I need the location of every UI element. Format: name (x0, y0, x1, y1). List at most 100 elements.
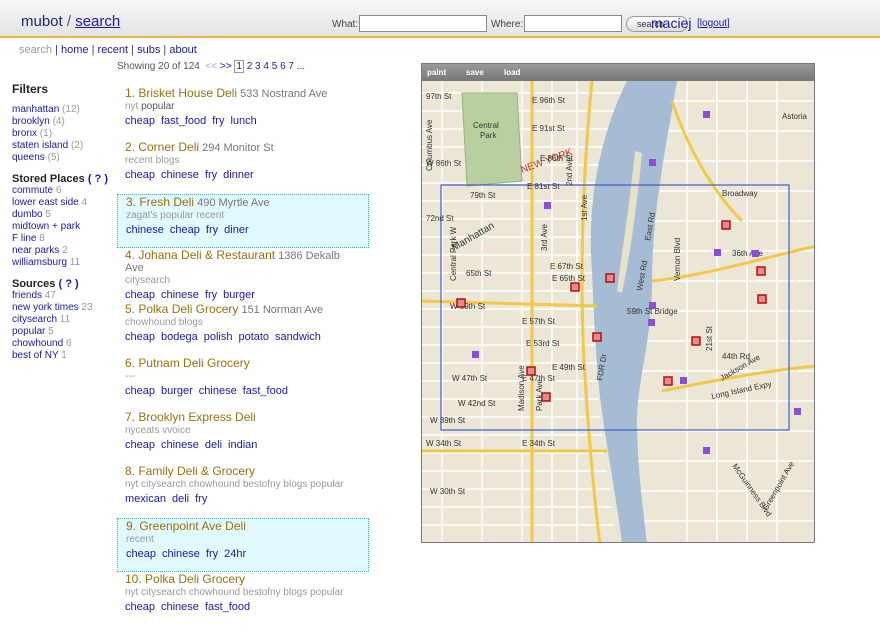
tag-link[interactable]: fast_food (205, 601, 250, 613)
tag-link[interactable]: lunch (230, 115, 256, 127)
places-link[interactable]: williamsburg (12, 257, 67, 268)
map-panel[interactable]: paint save load Central Park NEW YORK Ma… (421, 63, 815, 543)
tag-link[interactable]: chinese (199, 385, 237, 397)
tag-link[interactable]: deli (172, 493, 189, 505)
map-marker[interactable] (721, 220, 731, 230)
result-title[interactable]: 3. Fresh Deli (126, 195, 194, 209)
tag-link[interactable]: chinese (161, 289, 199, 301)
map-marker[interactable] (756, 266, 766, 276)
tag-link[interactable]: fry (205, 289, 217, 301)
map-marker[interactable] (752, 250, 759, 257)
tag-link[interactable]: polish (204, 331, 233, 343)
map-marker[interactable] (649, 302, 656, 309)
tag-link[interactable]: fry (205, 169, 217, 181)
what-input[interactable] (359, 15, 487, 32)
tag-link[interactable]: bodega (161, 331, 198, 343)
sources-help[interactable]: ( ? ) (58, 278, 78, 290)
tag-link[interactable]: cheap (170, 224, 200, 236)
sources-link[interactable]: friends (12, 290, 42, 301)
map-marker[interactable] (526, 366, 536, 376)
tag-link[interactable]: cheap (126, 548, 156, 560)
tag-link[interactable]: cheap (125, 115, 155, 127)
tag-link[interactable]: cheap (125, 289, 155, 301)
map-marker[interactable] (703, 111, 710, 118)
map-marker[interactable] (456, 298, 466, 308)
sources-link[interactable]: popular (12, 326, 45, 337)
places-link[interactable]: near parks (12, 245, 59, 256)
sources-link[interactable]: citysearch (12, 314, 57, 325)
map-marker[interactable] (649, 159, 656, 166)
result-item[interactable]: 8. Family Deli & Grocery nyt citysearch … (117, 464, 369, 518)
map-save-button[interactable]: save (466, 68, 484, 77)
map-marker[interactable] (757, 294, 767, 304)
user-link[interactable]: maciej (651, 15, 691, 31)
map-canvas[interactable]: Central Park NEW YORK Manhattan Broadway… (422, 81, 815, 543)
places-link[interactable]: midtown + park (12, 221, 80, 232)
places-link[interactable]: lower east side (12, 197, 79, 208)
result-item[interactable]: 4. Johana Deli & Restaurant 1386 Dekalb … (117, 248, 369, 302)
result-item[interactable]: 3. Fresh Deli 490 Myrtle Ave zagat's popu… (117, 194, 369, 248)
map-marker[interactable] (714, 249, 721, 256)
filters-link[interactable]: bronx (12, 128, 37, 139)
result-item[interactable]: 7. Brooklyn Express Deli nyceats vvoice … (117, 410, 369, 464)
tag-link[interactable]: indian (228, 439, 257, 451)
result-title[interactable]: 1. Brisket House Deli (125, 86, 237, 100)
tag-link[interactable]: chinese (162, 548, 200, 560)
map-marker[interactable] (605, 273, 615, 283)
map-marker[interactable] (570, 282, 580, 292)
filters-link[interactable]: manhattan (12, 104, 59, 115)
logout-link[interactable]: logout (700, 18, 727, 29)
map-marker[interactable] (648, 319, 655, 326)
tag-link[interactable]: fry (195, 493, 207, 505)
tag-link[interactable]: fast_food (161, 115, 206, 127)
tag-link[interactable]: chinese (161, 439, 199, 451)
map-marker[interactable] (592, 332, 602, 342)
result-item[interactable]: 6. Putnam Deli Grocery --- cheap burger ch… (117, 356, 369, 410)
tag-link[interactable]: dinner (223, 169, 254, 181)
pager-page[interactable]: 5 (272, 61, 278, 72)
tag-link[interactable]: fry (212, 115, 224, 127)
pager-page[interactable]: 4 (263, 61, 269, 72)
filters-link[interactable]: queens (12, 152, 45, 163)
map-marker[interactable] (663, 376, 673, 386)
pager-page[interactable]: 1 (234, 60, 244, 73)
tag-link[interactable]: sandwich (275, 331, 321, 343)
tag-link[interactable]: potato (238, 331, 269, 343)
result-title[interactable]: 6. Putnam Deli Grocery (125, 356, 250, 370)
tag-link[interactable]: chinese (161, 169, 199, 181)
tag-link[interactable]: mexican (125, 493, 166, 505)
filters-link[interactable]: staten island (12, 140, 68, 151)
nav-recent[interactable]: recent (98, 44, 129, 56)
result-title[interactable]: 9. Greenpoint Ave Deli (126, 519, 246, 533)
places-link[interactable]: commute (12, 185, 53, 196)
pager-page[interactable]: 3 (255, 61, 261, 72)
tag-link[interactable]: cheap (125, 331, 155, 343)
pager-prev[interactable]: << (205, 61, 217, 72)
map-marker[interactable] (544, 202, 551, 209)
tag-link[interactable]: cheap (125, 439, 155, 451)
map-marker[interactable] (541, 392, 551, 402)
where-input[interactable] (524, 15, 622, 32)
nav-home[interactable]: home (61, 44, 89, 56)
tag-link[interactable]: burger (161, 385, 193, 397)
pager-page[interactable]: 7 (288, 61, 294, 72)
result-title[interactable]: 5. Polka Deli Grocery (125, 302, 238, 316)
tag-link[interactable]: burger (223, 289, 255, 301)
tag-link[interactable]: deli (205, 439, 222, 451)
map-marker[interactable] (691, 336, 701, 346)
map-marker[interactable] (680, 377, 687, 384)
result-item[interactable]: 9. Greenpoint Ave Deli recent cheap chine… (117, 518, 369, 572)
tag-link[interactable]: chinese (161, 601, 199, 613)
result-item[interactable]: 1. Brisket House Deli 533 Nostrand Ave ny… (117, 86, 369, 140)
result-item[interactable]: 10. Polka Deli Grocery nyt citysearch ch… (117, 572, 369, 626)
map-marker[interactable] (794, 408, 801, 415)
app-name[interactable]: mubot (21, 13, 63, 30)
places-link[interactable]: F line (12, 233, 36, 244)
tag-link[interactable]: fry (206, 548, 218, 560)
result-title[interactable]: 8. Family Deli & Grocery (125, 464, 255, 478)
sources-link[interactable]: new york times (12, 302, 79, 313)
result-title[interactable]: 2. Corner Deli (125, 140, 199, 154)
tag-link[interactable]: cheap (125, 385, 155, 397)
tag-link[interactable]: cheap (125, 169, 155, 181)
map-load-button[interactable]: load (504, 68, 520, 77)
